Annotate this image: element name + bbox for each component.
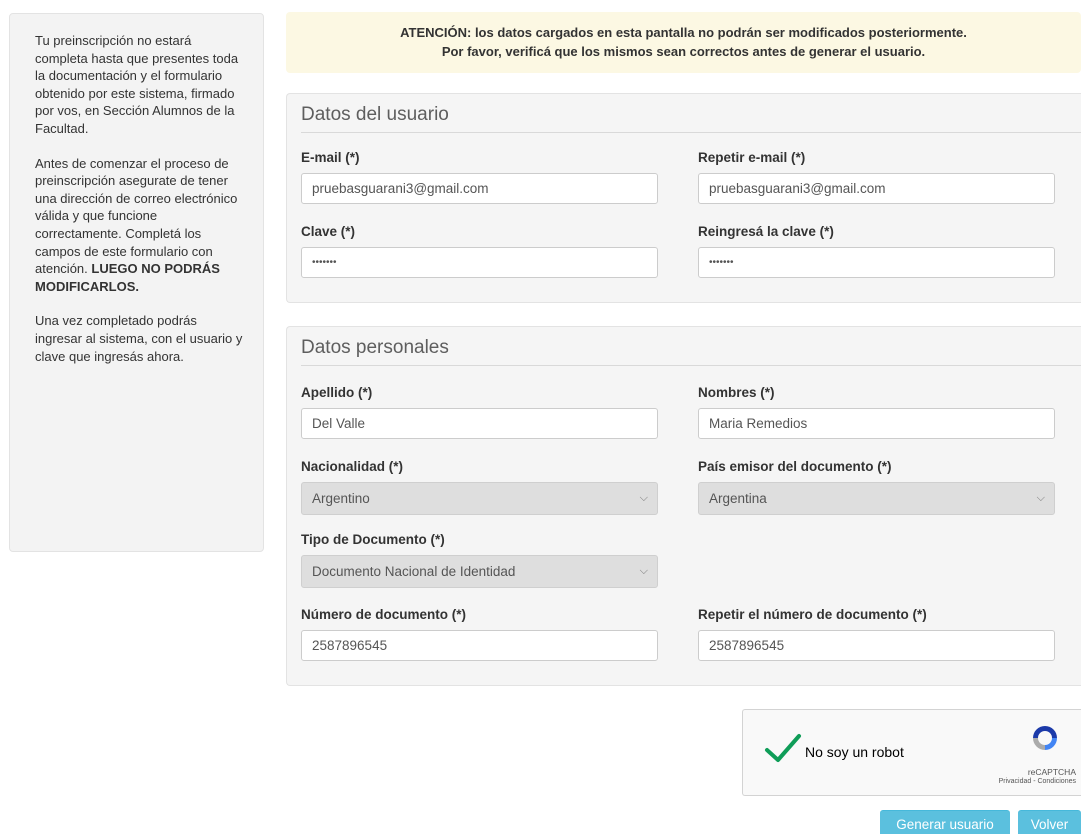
doctype-label: Tipo de Documento (*) <box>301 532 445 547</box>
email-repeat-field-group: Repetir e-mail (*) pruebasguarani3@gmail… <box>698 150 1055 204</box>
chevron-down-icon: ⌵ <box>1036 492 1045 504</box>
generate-user-button[interactable]: Generar usuario <box>880 810 1010 834</box>
docnum-label: Número de documento (*) <box>301 607 467 622</box>
back-button[interactable]: Volver <box>1018 810 1081 834</box>
password-repeat-input[interactable]: ••••••• <box>698 247 1055 278</box>
doctype-select[interactable]: Documento Nacional de Identidad ⌵ <box>301 555 658 588</box>
chevron-down-icon: ⌵ <box>639 565 648 577</box>
sidebar-paragraph-3: Una vez completado podrás ingresar al si… <box>35 313 243 364</box>
password-label: Clave (*) <box>301 224 356 239</box>
email-repeat-input[interactable]: pruebasguarani3@gmail.com <box>698 173 1055 204</box>
lastname-input[interactable]: Del Valle <box>301 408 658 439</box>
lastname-field-group: Apellido (*) Del Valle <box>301 385 658 439</box>
email-label: E-mail (*) <box>301 150 360 165</box>
firstname-label: Nombres (*) <box>698 385 775 400</box>
recaptcha-brand: reCAPTCHA <box>1027 767 1076 777</box>
checkmark-icon[interactable] <box>763 728 803 768</box>
issuer-select[interactable]: Argentina ⌵ <box>698 482 1055 515</box>
docnum-repeat-label: Repetir el número de documento (*) <box>698 607 927 622</box>
sidebar-paragraph-2-text: Antes de comenzar el proceso de preinscr… <box>35 155 238 277</box>
docnum-field-group: Número de documento (*) 2587896545 <box>301 607 658 661</box>
docnum-input[interactable]: 2587896545 <box>301 630 658 661</box>
email-input[interactable]: pruebasguarani3@gmail.com <box>301 173 658 204</box>
issuer-field-group: País emisor del documento (*) Argentina … <box>698 459 1055 515</box>
recaptcha-links[interactable]: Privacidad - Condiciones <box>999 777 1076 787</box>
lastname-label: Apellido (*) <box>301 385 373 400</box>
personal-data-title: Datos personales <box>301 337 1081 366</box>
warning-banner: ATENCIÓN: los datos cargados en esta pan… <box>286 12 1081 73</box>
nationality-select[interactable]: Argentino ⌵ <box>301 482 658 515</box>
nationality-value: Argentino <box>312 491 370 506</box>
firstname-field-group: Nombres (*) Maria Remedios <box>698 385 1055 439</box>
password-field-group: Clave (*) ••••••• <box>301 224 658 278</box>
info-sidebar: Tu preinscripción no estará completa has… <box>9 13 264 552</box>
recaptcha-widget: No soy un robot reCAPTCHA Privacidad - C… <box>742 709 1081 796</box>
warning-line-1: ATENCIÓN: los datos cargados en esta pan… <box>400 25 967 40</box>
docnum-repeat-input[interactable]: 2587896545 <box>698 630 1055 661</box>
chevron-down-icon: ⌵ <box>639 492 648 504</box>
docnum-repeat-field-group: Repetir el número de documento (*) 25878… <box>698 607 1055 661</box>
doctype-field-group: Tipo de Documento (*) Documento Nacional… <box>301 532 658 588</box>
issuer-value: Argentina <box>709 491 767 506</box>
doctype-value: Documento Nacional de Identidad <box>312 564 516 579</box>
email-field-group: E-mail (*) pruebasguarani3@gmail.com <box>301 150 658 204</box>
nationality-label: Nacionalidad (*) <box>301 459 404 474</box>
nationality-field-group: Nacionalidad (*) Argentino ⌵ <box>301 459 658 515</box>
sidebar-paragraph-1: Tu preinscripción no estará completa has… <box>35 33 239 136</box>
warning-line-2: Por favor, verificá que los mismos sean … <box>441 44 926 59</box>
password-repeat-label: Reingresá la clave (*) <box>698 224 834 239</box>
recaptcha-logo-icon <box>1033 726 1057 750</box>
firstname-input[interactable]: Maria Remedios <box>698 408 1055 439</box>
personal-data-panel: Datos personales Apellido (*) Del Valle … <box>286 326 1081 686</box>
email-repeat-label: Repetir e-mail (*) <box>698 150 806 165</box>
user-data-title: Datos del usuario <box>301 104 1081 133</box>
captcha-label: No soy un robot <box>805 744 904 760</box>
password-repeat-field-group: Reingresá la clave (*) ••••••• <box>698 224 1055 278</box>
recaptcha-branding: reCAPTCHA Privacidad - Condiciones <box>999 767 1076 787</box>
password-input[interactable]: ••••••• <box>301 247 658 278</box>
user-data-panel: Datos del usuario E-mail (*) pruebasguar… <box>286 93 1081 303</box>
sidebar-paragraph-2: Antes de comenzar el proceso de preinscr… <box>35 155 243 296</box>
issuer-label: País emisor del documento (*) <box>698 459 892 474</box>
